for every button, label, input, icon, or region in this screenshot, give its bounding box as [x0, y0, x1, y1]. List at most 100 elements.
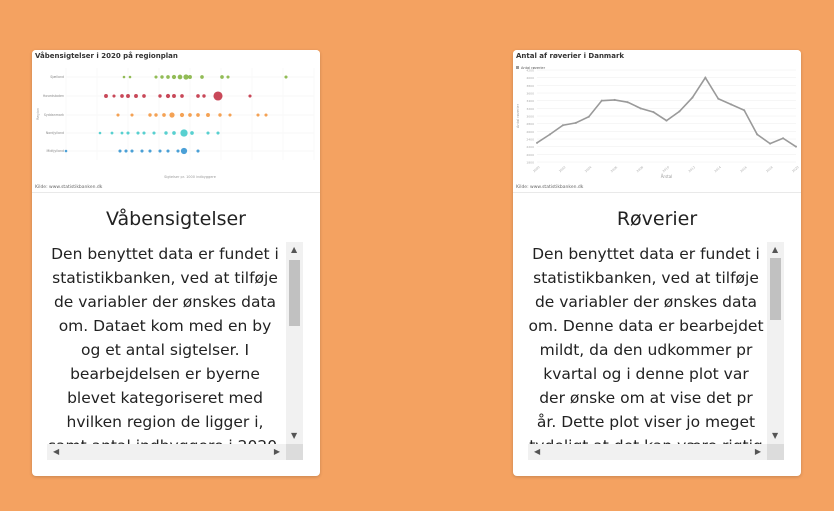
x-tick-label: 2004 — [584, 165, 592, 173]
data-point — [548, 133, 551, 136]
x-tick-label: 2002 — [558, 165, 566, 173]
scatter-point — [171, 74, 177, 80]
robbery-vertical-scrollbar[interactable]: ▲ ▼ — [767, 242, 784, 444]
scatter-point — [160, 75, 164, 79]
scatter-point — [213, 91, 223, 101]
y-tick-label: 3800 — [526, 84, 534, 88]
scatter-point — [166, 75, 170, 79]
scatter-point — [188, 113, 192, 117]
data-point — [704, 76, 707, 79]
scatter-point — [220, 75, 224, 79]
data-point — [600, 99, 603, 102]
robbery-description-text: Den benyttet data er fundet i statistikb… — [528, 245, 764, 444]
scatter-point — [126, 94, 130, 98]
scatter-point — [248, 94, 252, 98]
scatter-point — [176, 149, 180, 153]
scatter-point — [154, 75, 158, 79]
scatter-point — [200, 75, 204, 79]
scatter-point — [169, 112, 175, 118]
data-point — [730, 103, 733, 106]
robbery-card-title: Røverier — [616, 208, 698, 230]
data-point — [782, 137, 785, 140]
weapon-charges-scatter-plot: Sjælland Hovedstaden Syddanmark Nordjylland… — [36, 68, 315, 179]
data-point — [587, 115, 590, 118]
scatter-point — [140, 149, 144, 153]
scrollbar-corner — [767, 444, 784, 460]
scatter-point — [126, 131, 130, 135]
scatter-point — [264, 113, 268, 117]
weapon-charges-chart-image: Våbensigtelser i 2020 på regionplan Sjæl… — [32, 50, 320, 193]
y-tick-label: 2600 — [526, 130, 534, 134]
scatter-point — [110, 131, 114, 135]
scatter-point — [164, 131, 168, 135]
region-label: Sjælland — [50, 75, 64, 79]
y-tick-label: 2000 — [526, 153, 534, 157]
scroll-down-arrow-icon[interactable]: ▼ — [772, 432, 778, 440]
y-axis-label: Region — [36, 108, 40, 120]
scroll-right-arrow-icon[interactable]: ▶ — [274, 448, 280, 456]
x-tick-label: 2016 — [739, 165, 747, 173]
data-point — [678, 110, 681, 113]
weapon-description-scrollbox[interactable]: Den benyttet data er fundet i statistikb… — [47, 242, 303, 460]
scatter-point — [128, 75, 132, 79]
scroll-left-arrow-icon[interactable]: ◀ — [53, 448, 59, 456]
x-tick-label: 2000 — [532, 165, 540, 173]
scatter-point — [148, 113, 152, 117]
scatter-point — [152, 131, 156, 135]
scatter-point — [206, 131, 210, 135]
scatter-point — [180, 129, 188, 137]
x-tick-label: 2010 — [662, 165, 670, 173]
scatter-point — [120, 131, 124, 135]
region-label: Midtjylland — [47, 149, 64, 153]
robbery-description-scrollbox[interactable]: Den benyttet data er fundet i statistikb… — [528, 242, 784, 460]
y-tick-label: 3200 — [526, 107, 534, 111]
scroll-right-arrow-icon[interactable]: ▶ — [755, 448, 761, 456]
scatter-point — [177, 74, 183, 80]
scatter-point — [118, 149, 122, 153]
robbery-chart-source: Kilde: www.statistikbanken.dk — [516, 185, 584, 190]
weapon-horizontal-scrollbar[interactable]: ◀ ▶ — [47, 444, 286, 460]
scatter-point — [188, 75, 192, 79]
data-point — [639, 107, 642, 110]
scatter-point — [218, 113, 222, 117]
weapon-scroll-thumb[interactable] — [289, 260, 300, 326]
robbery-card: Antal af røverier i Danmark 1800 2000 2200… — [513, 50, 801, 476]
scatter-point — [162, 113, 166, 117]
x-axis-label: Sigtelser pr. 1000 indbyggere — [164, 175, 216, 179]
data-point — [691, 96, 694, 99]
robbery-scroll-thumb[interactable] — [770, 258, 781, 320]
legend-label: Antal røverier — [521, 66, 546, 70]
scatter-point — [112, 94, 116, 98]
scatter-point — [154, 113, 158, 117]
y-axis-label: Antal røverier — [516, 103, 520, 128]
robbery-horizontal-scrollbar[interactable]: ◀ ▶ — [528, 444, 767, 460]
region-label: Nordjylland — [46, 131, 64, 135]
scatter-point — [98, 131, 102, 135]
scatter-point — [183, 74, 189, 80]
scroll-down-arrow-icon[interactable]: ▼ — [291, 432, 297, 440]
scatter-point — [228, 113, 232, 117]
scatter-point — [148, 149, 152, 153]
scroll-left-arrow-icon[interactable]: ◀ — [534, 448, 540, 456]
scroll-up-arrow-icon[interactable]: ▲ — [772, 246, 778, 254]
robbery-series-line — [536, 76, 797, 148]
scatter-point — [196, 94, 200, 98]
data-point — [756, 133, 759, 136]
data-point — [665, 119, 668, 122]
scroll-up-arrow-icon[interactable]: ▲ — [291, 246, 297, 254]
scatter-point — [120, 94, 124, 98]
scatter-point — [130, 113, 134, 117]
x-tick-label: 2012 — [688, 165, 696, 173]
scatter-point — [116, 113, 120, 117]
scatter-point — [202, 94, 206, 98]
scatter-point — [64, 149, 68, 153]
scatter-point — [165, 93, 171, 99]
weapon-vertical-scrollbar[interactable]: ▲ ▼ — [286, 242, 303, 444]
data-point — [795, 145, 797, 148]
scatter-point — [122, 75, 126, 79]
scatter-point — [142, 94, 146, 98]
scatter-point — [190, 131, 194, 135]
x-tick-label: 2018 — [765, 165, 773, 173]
data-point — [561, 124, 564, 127]
scatter-point — [196, 113, 200, 117]
